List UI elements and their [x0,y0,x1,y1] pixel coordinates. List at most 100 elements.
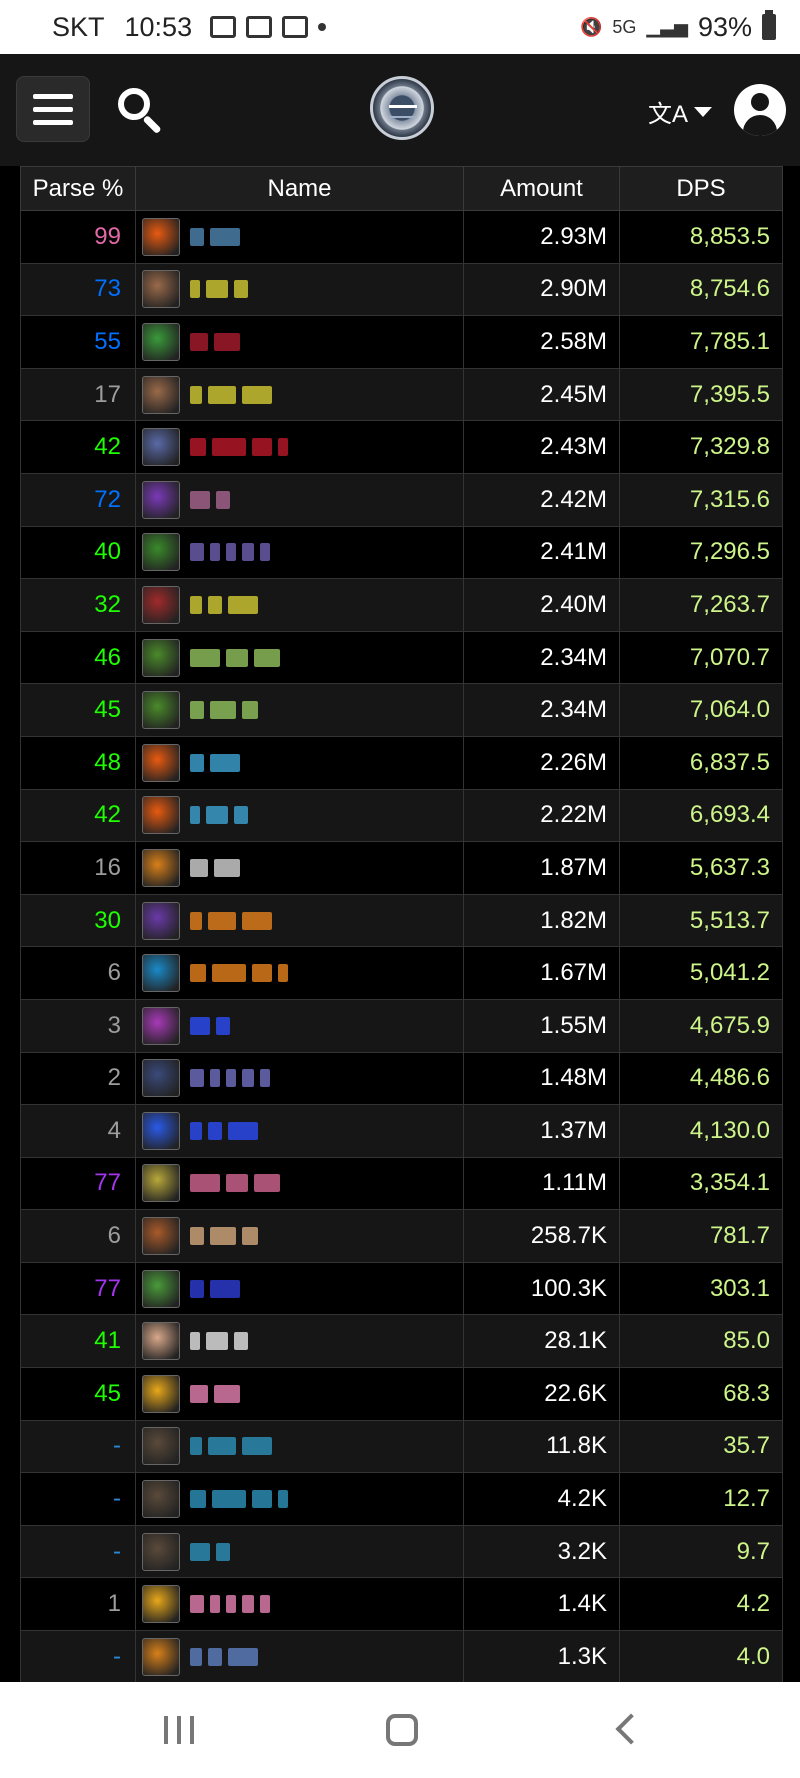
player-name-cell[interactable] [135,893,464,948]
player-name-cell[interactable] [135,788,464,843]
redaction-block [234,1332,248,1351]
redaction-block [190,595,202,614]
table-row[interactable]: 40 2.41M 7,296.5 [20,525,783,580]
table-row[interactable]: 55 2.58M 7,785.1 [20,315,783,369]
table-row[interactable]: 2 1.48M 4,486.6 [20,1051,783,1106]
redacted-player-name [190,1069,270,1088]
table-row[interactable]: 32 2.40M 7,263.7 [20,578,783,632]
redaction-block [190,332,208,351]
recent-apps-button[interactable] [164,1716,194,1744]
redaction-block [190,1647,202,1666]
table-row[interactable]: 4 1.37M 4,130.0 [20,1104,783,1158]
table-body: 99 2.93M 8,853.5 73 2.90M 8,754.6 55 2.58M 7,785… [20,210,783,1684]
table-row[interactable]: 48 2.26M 6,837.5 [20,735,783,790]
table-row[interactable]: 42 2.22M 6,693.4 [20,788,783,843]
player-name-cell[interactable] [135,1209,464,1263]
table-row[interactable]: 72 2.42M 7,315.6 [20,472,783,527]
parse-percent-cell: 4 [20,1104,136,1158]
dps-cell: 7,315.6 [619,472,783,527]
table-row[interactable]: 3 1.55M 4,675.9 [20,998,783,1053]
table-row[interactable]: 46 2.34M 7,070.7 [20,630,783,685]
menu-button[interactable] [16,76,90,142]
player-name-cell[interactable] [135,525,464,580]
account-avatar[interactable] [734,84,786,136]
player-name-cell[interactable] [135,367,464,422]
dps-cell: 4,675.9 [619,998,783,1053]
player-name-cell[interactable] [135,472,464,527]
player-name-wrapper [136,737,463,789]
recent-apps-line [190,1716,194,1744]
table-row[interactable]: - 4.2K 12.7 [20,1472,783,1526]
redaction-block [242,1069,254,1088]
class-spec-icon [142,1374,180,1413]
parse-percent-cell: - [20,1630,136,1684]
table-row[interactable]: 17 2.45M 7,395.5 [20,367,783,422]
back-button[interactable] [615,1713,647,1745]
redaction-block [278,1490,288,1509]
table-row[interactable]: - 11.8K 35.7 [20,1419,783,1474]
player-name-cell[interactable] [135,1261,464,1316]
dps-cell: 5,513.7 [619,893,783,948]
table-row[interactable]: - 3.2K 9.7 [20,1524,783,1579]
table-row[interactable]: 16 1.87M 5,637.3 [20,841,783,895]
chat-notification-icon [210,16,237,38]
site-logo[interactable] [370,76,434,140]
class-spec-icon [142,954,180,993]
player-name-cell[interactable] [135,315,464,369]
home-button[interactable] [386,1714,418,1746]
player-name-wrapper [136,579,463,631]
redaction-block [190,1384,208,1403]
player-name-cell[interactable] [135,630,464,685]
table-row[interactable]: 45 2.34M 7,064.0 [20,683,783,737]
player-name-cell[interactable] [135,841,464,895]
clock: 10:53 [124,11,193,42]
table-row[interactable]: 77 100.3K 303.1 [20,1261,783,1316]
player-name-cell[interactable] [135,1314,464,1369]
redacted-player-name [190,1174,280,1193]
table-row[interactable]: 30 1.82M 5,513.7 [20,893,783,948]
player-name-cell[interactable] [135,1419,464,1474]
table-row[interactable]: 77 1.11M 3,354.1 [20,1156,783,1211]
player-name-cell[interactable] [135,1367,464,1421]
player-name-cell[interactable] [135,1524,464,1579]
player-name-wrapper [136,1210,463,1262]
table-row[interactable]: - 1.3K 4.0 [20,1630,783,1684]
player-name-cell[interactable] [135,1630,464,1684]
player-name-cell[interactable] [135,735,464,790]
player-name-cell[interactable] [135,262,464,317]
table-row[interactable]: 1 1.4K 4.2 [20,1577,783,1632]
player-name-cell[interactable] [135,1472,464,1526]
player-name-cell[interactable] [135,210,464,264]
column-header-name[interactable]: Name [135,166,464,211]
table-row[interactable]: 99 2.93M 8,853.5 [20,210,783,264]
amount-cell: 258.7K [463,1209,620,1263]
column-header-parse[interactable]: Parse % [20,166,136,211]
player-name-cell[interactable] [135,683,464,737]
player-name-cell[interactable] [135,420,464,474]
column-header-dps[interactable]: DPS [619,166,783,211]
table-row[interactable]: 6 258.7K 781.7 [20,1209,783,1263]
table-row[interactable]: 45 22.6K 68.3 [20,1367,783,1421]
table-row[interactable]: 73 2.90M 8,754.6 [20,262,783,317]
redacted-player-name [190,806,248,825]
amount-cell: 4.2K [463,1472,620,1526]
player-name-cell[interactable] [135,1104,464,1158]
search-button[interactable] [118,88,164,135]
player-name-cell[interactable] [135,1051,464,1106]
player-name-cell[interactable] [135,1577,464,1632]
player-name-wrapper [136,947,463,999]
class-spec-icon [142,1585,180,1624]
table-row[interactable]: 41 28.1K 85.0 [20,1314,783,1369]
redaction-block [190,648,220,667]
table-row[interactable]: 42 2.43M 7,329.8 [20,420,783,474]
player-name-cell[interactable] [135,578,464,632]
parse-percent-cell: 3 [20,998,136,1053]
column-header-amount[interactable]: Amount [463,166,620,211]
player-name-cell[interactable] [135,1156,464,1211]
recent-apps-line [177,1716,181,1744]
player-name-cell[interactable] [135,946,464,1000]
language-selector[interactable]: 文A [648,94,713,129]
table-row[interactable]: 6 1.67M 5,041.2 [20,946,783,1000]
player-name-cell[interactable] [135,998,464,1053]
amount-cell: 2.34M [463,630,620,685]
